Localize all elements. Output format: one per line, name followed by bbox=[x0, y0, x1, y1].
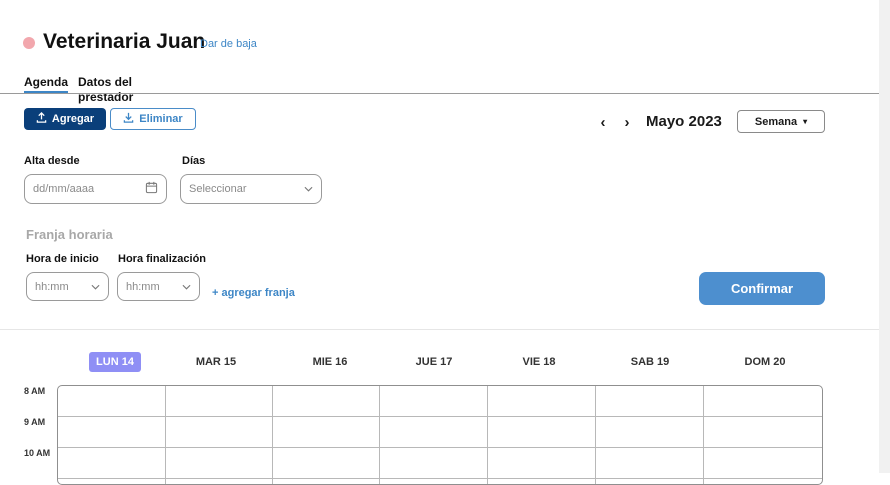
view-select[interactable]: Semana ▾ bbox=[737, 110, 825, 133]
calendar-icon bbox=[145, 181, 158, 197]
hora-finalizacion-label: Hora finalización bbox=[118, 253, 207, 265]
hora-inicio-label: Hora de inicio bbox=[26, 253, 99, 265]
tab-datos-del-prestador[interactable]: Datos del prestador bbox=[78, 75, 158, 105]
day-header-sab[interactable]: SAB 19 bbox=[620, 352, 680, 372]
alta-desde-date-input[interactable]: dd/mm/aaaa bbox=[24, 174, 167, 204]
confirm-button[interactable]: Confirmar bbox=[699, 272, 825, 305]
tab-agenda[interactable]: Agenda bbox=[24, 75, 68, 89]
grid-column-line bbox=[272, 386, 273, 484]
alta-desde-placeholder: dd/mm/aaaa bbox=[33, 183, 95, 195]
dias-label: Días bbox=[182, 155, 206, 167]
unsubscribe-link[interactable]: Dar de baja bbox=[200, 38, 257, 50]
hora-inicio-placeholder: hh:mm bbox=[35, 280, 69, 293]
chevron-down-icon bbox=[91, 281, 100, 293]
current-month: Mayo 2023 bbox=[646, 113, 722, 130]
hora-finalizacion-select[interactable]: hh:mm bbox=[117, 272, 200, 301]
status-dot bbox=[23, 37, 35, 49]
download-icon bbox=[123, 112, 134, 126]
grid-row-line bbox=[58, 447, 822, 448]
day-header-lun[interactable]: LUN 14 bbox=[89, 352, 141, 372]
view-select-value: Semana bbox=[754, 115, 798, 128]
hora-inicio-select[interactable]: hh:mm bbox=[26, 272, 109, 301]
page-scrollbar[interactable] bbox=[879, 0, 890, 473]
grid-column-line bbox=[703, 386, 704, 484]
previous-month-icon[interactable]: ‹ bbox=[596, 113, 610, 131]
day-header-vie[interactable]: VIE 18 bbox=[509, 352, 569, 372]
add-range-link[interactable]: + agregar franja bbox=[212, 287, 295, 299]
add-button[interactable]: Agregar bbox=[24, 108, 106, 130]
section-divider bbox=[0, 329, 879, 330]
grid-row-line bbox=[58, 416, 822, 417]
delete-button[interactable]: Eliminar bbox=[110, 108, 196, 130]
chevron-down-icon bbox=[304, 183, 313, 195]
delete-button-label: Eliminar bbox=[139, 113, 183, 125]
chevron-down-icon bbox=[182, 281, 191, 293]
day-header-mie[interactable]: MIE 16 bbox=[300, 352, 360, 372]
grid-column-line bbox=[165, 386, 166, 484]
grid-row-line bbox=[58, 478, 822, 479]
hour-label: 8 AM bbox=[24, 386, 46, 396]
grid-column-line bbox=[595, 386, 596, 484]
next-month-icon[interactable]: › bbox=[620, 113, 634, 131]
upload-icon bbox=[36, 112, 47, 126]
day-header-mar[interactable]: MAR 15 bbox=[186, 352, 246, 372]
week-calendar-grid[interactable] bbox=[57, 385, 823, 485]
day-header-dom[interactable]: DOM 20 bbox=[735, 352, 795, 372]
day-header-jue[interactable]: JUE 17 bbox=[404, 352, 464, 372]
dias-placeholder: Seleccionar bbox=[189, 183, 247, 195]
chevron-down-icon: ▾ bbox=[803, 117, 808, 126]
franja-horaria-title: Franja horaria bbox=[26, 227, 113, 242]
add-button-label: Agregar bbox=[51, 113, 95, 125]
hora-finalizacion-placeholder: hh:mm bbox=[126, 280, 160, 293]
hour-label: 9 AM bbox=[24, 417, 46, 427]
alta-desde-label: Alta desde bbox=[24, 155, 80, 167]
dias-select[interactable]: Seleccionar bbox=[180, 174, 322, 204]
page-title: Veterinaria Juan bbox=[43, 30, 206, 53]
hour-label: 10 AM bbox=[24, 448, 51, 458]
tabs-divider bbox=[0, 93, 879, 94]
grid-column-line bbox=[487, 386, 488, 484]
grid-column-line bbox=[379, 386, 380, 484]
